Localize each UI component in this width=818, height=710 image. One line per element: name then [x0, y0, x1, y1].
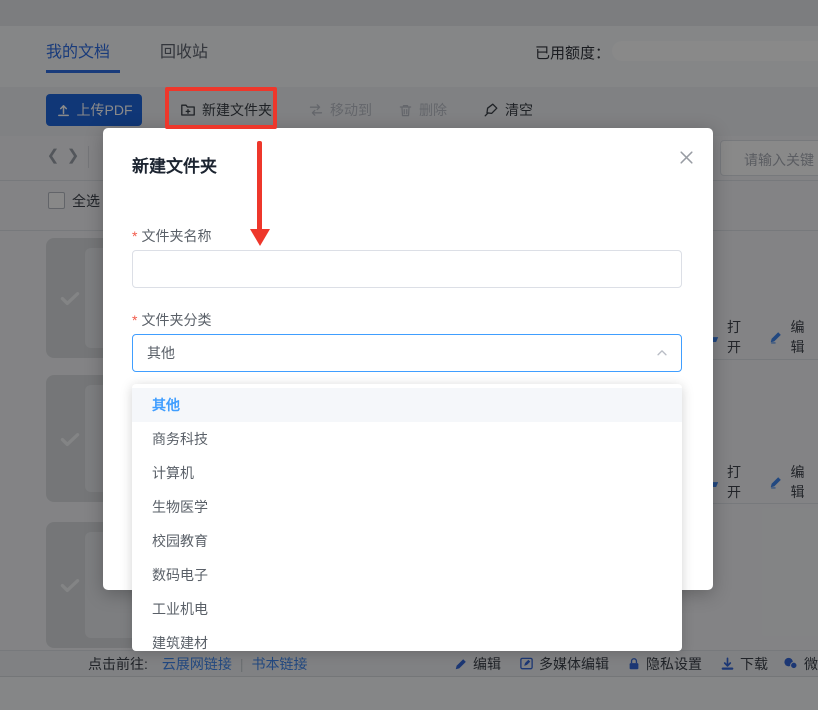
required-mark: * [132, 228, 137, 244]
folder-name-label: *文件夹名称 [132, 226, 211, 246]
dropdown-option-construction[interactable]: 建筑建材 [132, 626, 682, 651]
dropdown-list: 其他 商务科技 计算机 生物医学 校园教育 数码电子 工业机电 建筑建材 [132, 388, 682, 651]
dropdown-option-industrial[interactable]: 工业机电 [132, 592, 682, 626]
required-mark: * [132, 312, 137, 328]
folder-name-input[interactable] [132, 250, 682, 288]
dropdown-option-biomedicine[interactable]: 生物医学 [132, 490, 682, 524]
category-dropdown: 其他 商务科技 计算机 生物医学 校园教育 数码电子 工业机电 建筑建材 [132, 384, 682, 651]
folder-category-label: *文件夹分类 [132, 310, 211, 330]
annotation-highlight-box [165, 87, 277, 129]
dropdown-option-digital[interactable]: 数码电子 [132, 558, 682, 592]
category-select[interactable]: 其他 [132, 334, 682, 372]
dialog-title: 新建文件夹 [132, 152, 217, 177]
annotation-arrow [257, 141, 262, 231]
dropdown-option-business-tech[interactable]: 商务科技 [132, 422, 682, 456]
chevron-up-icon [655, 346, 669, 360]
annotation-arrow-head [250, 229, 270, 246]
app-root: 我的文档 回收站 已用额度： 上传PDF 新建文件夹 移动到 [0, 0, 818, 710]
close-icon[interactable] [675, 146, 697, 168]
dropdown-option-education[interactable]: 校园教育 [132, 524, 682, 558]
dropdown-option-computer[interactable]: 计算机 [132, 456, 682, 490]
category-select-value: 其他 [147, 343, 655, 363]
dropdown-option-other[interactable]: 其他 [132, 388, 682, 422]
